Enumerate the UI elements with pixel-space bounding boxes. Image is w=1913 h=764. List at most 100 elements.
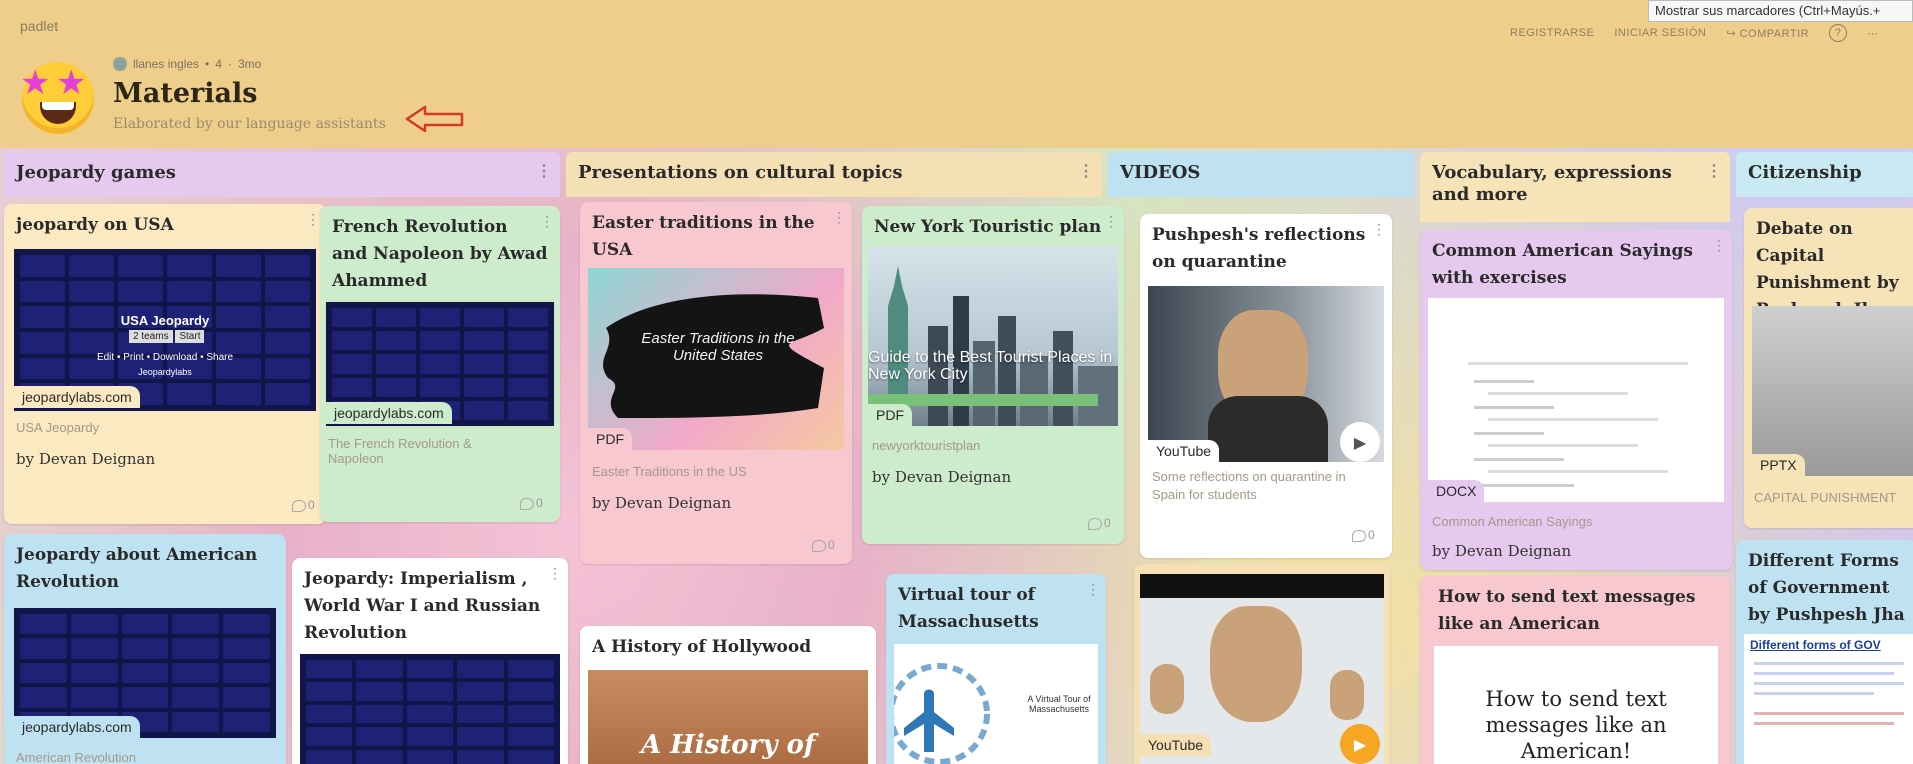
link-source-badge: YouTube — [1140, 734, 1212, 756]
bookmarks-tooltip: Mostrar sus marcadores (Ctrl+Mayús.+ — [1648, 0, 1913, 22]
page-description: Elaborated by our language assistants — [113, 116, 386, 132]
post-card-imperialism[interactable]: Jeopardy: Imperialism , World War I and … — [292, 558, 568, 764]
post-subtitle: Common American Sayings — [1432, 514, 1593, 529]
post-card-capital-punishment[interactable]: Debate on Capital Punishment by Pushpesh… — [1744, 208, 1913, 528]
post-subtitle: American Revolution — [16, 750, 136, 764]
post-author: by Devan Deignan — [872, 468, 1012, 486]
file-type-badge: PDF — [868, 404, 912, 426]
post-title: Easter traditions in the USA — [592, 213, 815, 260]
post-card-jeopardy-usa[interactable]: jeopardy on USA ⋮ USA Jeopardy 2 teams S… — [4, 204, 326, 524]
arrow-left-annotation-icon — [405, 105, 464, 133]
youtube-thumbnail[interactable]: ▶ — [1148, 286, 1384, 462]
post-title: French Revolution and Napoleon by Awad A… — [332, 217, 548, 291]
column-header-videos[interactable]: VIDEOS — [1108, 152, 1414, 197]
comment-count[interactable]: 0 — [812, 538, 835, 552]
column-menu-icon[interactable]: ⋮ — [536, 160, 552, 182]
help-icon[interactable]: ? — [1829, 24, 1848, 42]
share-button[interactable]: ↪ COMPARTIR — [1726, 27, 1809, 40]
post-menu-icon[interactable]: ⋮ — [306, 212, 320, 228]
post-title: New York Touristic plan — [874, 217, 1102, 237]
post-menu-icon[interactable]: ⋮ — [540, 214, 554, 230]
comment-icon — [1088, 517, 1102, 530]
slides-thumbnail[interactable]: How to send text messages like an Americ… — [1434, 646, 1718, 764]
comment-count[interactable]: 0 — [520, 496, 543, 510]
login-button[interactable]: INICIAR SESIÓN — [1614, 27, 1706, 39]
post-menu-icon[interactable]: ⋮ — [548, 566, 562, 582]
board-meta: llanes ingles • 4 · 3mo — [113, 57, 261, 71]
slides-thumbnail[interactable]: A History of — [588, 670, 868, 764]
file-type-badge: PDF — [588, 428, 632, 450]
post-card-pushpesh-reflections[interactable]: Pushpesh's reflections on quarantine ⋮ ▶… — [1140, 214, 1392, 558]
star-struck-emoji-icon: ★ ★ — [20, 62, 94, 134]
post-menu-icon[interactable]: ⋮ — [1104, 214, 1118, 230]
register-button[interactable]: REGISTRARSE — [1510, 27, 1594, 39]
jeopardy-thumbnail[interactable] — [300, 654, 560, 764]
board-header: padlet ★ ★ llanes ingles • 4 · 3mo Materi… — [0, 0, 1913, 148]
post-menu-icon[interactable]: ⋮ — [1086, 582, 1100, 598]
post-subtitle: Easter Traditions in the US — [592, 464, 747, 479]
link-source-badge: jeopardylabs.com — [14, 386, 140, 408]
more-options-icon[interactable]: ⋯ — [1867, 27, 1879, 40]
column-header-presentations[interactable]: Presentations on cultural topics ⋮ — [566, 152, 1102, 197]
comment-count[interactable]: 0 — [292, 498, 315, 512]
post-title: jeopardy on USA — [16, 215, 174, 235]
docx-thumbnail[interactable] — [1428, 298, 1724, 502]
post-title: Jeopardy: Imperialism , World War I and … — [304, 569, 541, 643]
slides-thumbnail[interactable]: A Virtual Tour of Massachusetts — [894, 644, 1098, 764]
post-author: by Devan Deignan — [16, 450, 156, 468]
column-menu-icon[interactable]: ⋮ — [1706, 160, 1722, 182]
pdf-thumbnail[interactable]: Easter Traditions in the United States — [588, 268, 844, 450]
pptx-thumbnail[interactable] — [1752, 306, 1913, 476]
column-header-citizenship[interactable]: Citizenship — [1736, 152, 1913, 197]
post-title: A History of Hollywood — [592, 637, 812, 657]
link-source-badge: jeopardylabs.com — [14, 716, 140, 738]
brand-logo[interactable]: padlet — [20, 18, 58, 34]
post-author: by Devan Deignan — [1432, 542, 1572, 560]
post-card-youtube-video[interactable]: ▶ YouTube — [1134, 564, 1390, 764]
post-title: Common American Sayings with exercises — [1432, 241, 1693, 288]
page-title: Materials — [113, 78, 258, 109]
post-card-easter[interactable]: Easter traditions in the USA ⋮ Easter Tr… — [580, 202, 852, 564]
comment-count[interactable]: 0 — [1352, 528, 1375, 542]
post-card-american-revolution[interactable]: Jeopardy about American Revolution jeopa… — [4, 534, 286, 764]
column-menu-icon[interactable]: ⋮ — [1078, 160, 1094, 182]
post-card-forms-of-government[interactable]: Different Forms of Government by Pushpes… — [1736, 540, 1913, 764]
post-card-french-revolution[interactable]: French Revolution and Napoleon by Awad A… — [320, 206, 560, 522]
author-avatar[interactable] — [113, 57, 127, 71]
post-author: by Devan Deignan — [592, 494, 732, 512]
play-icon[interactable]: ▶ — [1340, 422, 1380, 462]
docx-thumbnail[interactable]: Different forms of GOV — [1744, 634, 1913, 764]
post-card-new-york[interactable]: New York Touristic plan ⋮ Guide to the B… — [862, 206, 1124, 544]
post-card-common-sayings[interactable]: Common American Sayings with exercises ⋮… — [1420, 230, 1732, 570]
post-title: Jeopardy about American Revolution — [16, 545, 258, 592]
column-header-jeopardy[interactable]: Jeopardy games ⋮ — [4, 152, 560, 197]
comment-icon — [1352, 529, 1366, 542]
board-age: 3mo — [237, 57, 262, 71]
post-subtitle: Some reflections on quarantine in Spain … — [1152, 469, 1346, 502]
post-subtitle: newyorktouristplan — [872, 438, 981, 453]
file-type-badge: DOCX — [1428, 480, 1485, 502]
comment-icon — [292, 499, 306, 512]
post-card-massachusetts[interactable]: Virtual tour of Massachusetts ⋮ A Virtua… — [886, 574, 1106, 764]
comment-icon — [520, 497, 534, 510]
author-name[interactable]: llanes ingles — [133, 57, 199, 71]
top-nav: REGISTRARSE INICIAR SESIÓN ↪ COMPARTIR ?… — [1510, 24, 1879, 42]
post-title: Pushpesh's reflections on quarantine — [1152, 225, 1366, 272]
post-menu-icon[interactable]: ⋮ — [1372, 222, 1386, 238]
play-icon[interactable]: ▶ — [1340, 724, 1380, 764]
pdf-thumbnail[interactable]: Guide to the Best Tourist Places in New … — [868, 246, 1118, 426]
post-card-hollywood[interactable]: A History of Hollywood A History of — [580, 626, 876, 764]
post-title: Different Forms of Government by Pushpes… — [1748, 551, 1905, 625]
post-subtitle: CAPITAL PUNISHMENT — [1754, 490, 1897, 505]
comment-count[interactable]: 0 — [1088, 516, 1111, 530]
post-card-text-messages[interactable]: How to send text messages like an Americ… — [1420, 576, 1730, 764]
post-count: 4 — [215, 57, 222, 71]
post-menu-icon[interactable]: ⋮ — [832, 210, 846, 226]
post-subtitle: USA Jeopardy — [16, 420, 100, 435]
post-title: Virtual tour of Massachusetts — [898, 585, 1039, 632]
column-header-vocabulary[interactable]: Vocabulary, expressions and more ⋮ — [1420, 152, 1730, 222]
post-title: How to send text messages like an Americ… — [1438, 587, 1696, 634]
post-menu-icon[interactable]: ⋮ — [1712, 238, 1726, 254]
link-source-badge: jeopardylabs.com — [326, 402, 452, 424]
file-type-badge: PPTX — [1752, 454, 1805, 476]
